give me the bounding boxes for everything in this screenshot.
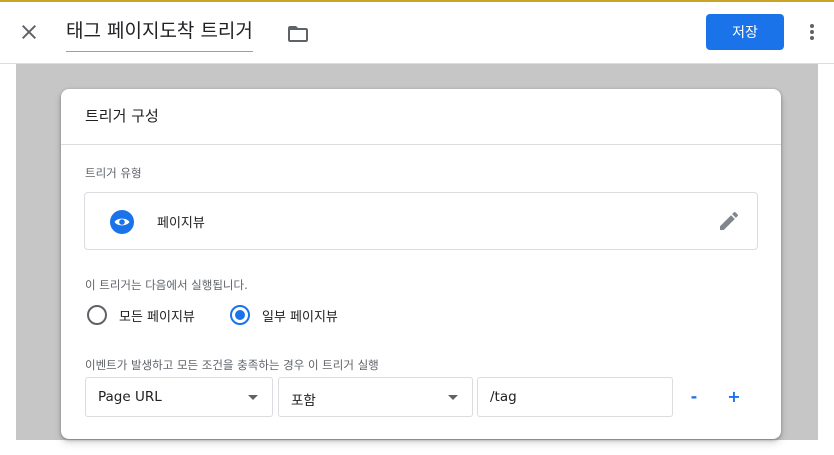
dropdown-arrow-icon	[448, 395, 458, 400]
dropdown-arrow-icon	[248, 395, 258, 400]
operator-select-value: 포함	[291, 393, 316, 409]
trigger-config-card: 트리거 구성 트리거 유형 페이지뷰 이 트리거는 다음에서 실행됩니다. 모든…	[61, 89, 781, 439]
trigger-name-field[interactable]: 태그 페이지도착 트리거	[66, 16, 253, 52]
header-bar: 태그 페이지도착 트리거 저장	[0, 2, 834, 64]
radio-dot	[235, 310, 245, 320]
fires-on-label: 이 트리거는 다음에서 실행됩니다.	[85, 278, 248, 292]
card-title: 트리거 구성	[85, 107, 159, 125]
page-title: 태그 페이지도착 트리거	[66, 20, 253, 42]
trigger-type-name: 페이지뷰	[157, 216, 205, 231]
radio-label-all: 모든 페이지뷰	[119, 309, 195, 325]
operator-select[interactable]: 포함	[278, 377, 473, 417]
radio-button-checked[interactable]	[230, 305, 250, 325]
more-vert-icon[interactable]	[800, 20, 824, 44]
save-button[interactable]: 저장	[706, 14, 784, 50]
eye-icon	[109, 209, 135, 235]
radio-some-pageviews[interactable]: 일부 페이지뷰	[230, 303, 338, 327]
radio-button-unchecked[interactable]	[87, 305, 107, 325]
add-condition-button[interactable]: +	[722, 385, 746, 409]
trigger-type-label: 트리거 유형	[85, 166, 142, 180]
condition-label: 이벤트가 발생하고 모든 조건을 충족하는 경우 이 트리거 실행	[85, 358, 379, 372]
pencil-icon[interactable]	[717, 209, 741, 233]
condition-value-input[interactable]	[477, 377, 673, 417]
radio-all-pageviews[interactable]: 모든 페이지뷰	[87, 303, 195, 327]
close-icon[interactable]	[17, 20, 41, 44]
folder-icon[interactable]	[286, 22, 310, 46]
variable-select-value: Page URL	[98, 389, 162, 405]
variable-select[interactable]: Page URL	[85, 377, 273, 417]
radio-label-some: 일부 페이지뷰	[262, 309, 338, 325]
trigger-type-selector[interactable]: 페이지뷰	[84, 192, 758, 250]
divider	[61, 144, 781, 145]
remove-condition-button[interactable]: -	[682, 385, 706, 409]
